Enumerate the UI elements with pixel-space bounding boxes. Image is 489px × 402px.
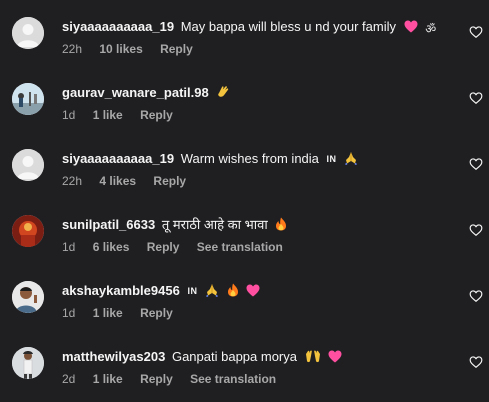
comment-item: matthewilyas203 Ganpati bappa morya 2d 1… <box>0 347 489 402</box>
comment-meta: 1d 1 like Reply <box>62 306 187 320</box>
comment-meta: 2d 1 like Reply See translation <box>62 372 290 386</box>
photo-avatar-icon <box>12 83 44 115</box>
comment-text: Warm wishes from india <box>180 151 319 166</box>
like-heart-icon[interactable] <box>469 289 483 303</box>
clapping-hands-icon <box>216 85 230 104</box>
reply-button[interactable]: Reply <box>140 306 173 320</box>
comment-likes[interactable]: 1 like <box>93 108 123 122</box>
comment-item: siyaaaaaaaaaa_19 Warm wishes from india … <box>0 149 489 215</box>
comment-username[interactable]: matthewilyas203 <box>62 349 165 364</box>
comment-time: 1d <box>62 240 76 254</box>
india-flag-icon: IN <box>187 286 198 296</box>
see-translation-button[interactable]: See translation <box>190 372 276 386</box>
comment-username[interactable]: siyaaaaaaaaaa_19 <box>62 151 174 166</box>
reply-button[interactable]: Reply <box>140 372 173 386</box>
fire-icon <box>275 217 287 236</box>
pink-heart-icon <box>328 350 342 368</box>
like-heart-icon[interactable] <box>469 25 483 39</box>
comment-username[interactable]: akshaykamble9456 <box>62 283 180 298</box>
comment-body: siyaaaaaaaaaa_19 Warm wishes from india … <box>62 150 449 170</box>
like-heart-icon[interactable] <box>469 355 483 369</box>
comment-username[interactable]: gaurav_wanare_patil.98 <box>62 85 209 100</box>
user-avatar[interactable] <box>12 347 44 379</box>
folded-hands-icon <box>205 283 219 302</box>
folded-hands-icon <box>344 151 358 170</box>
comment-text: Ganpati bappa morya <box>171 349 297 364</box>
comment-likes[interactable]: 1 like <box>93 372 123 386</box>
comment-likes[interactable]: 6 likes <box>93 240 130 254</box>
photo-avatar-icon <box>12 215 44 247</box>
like-heart-icon[interactable] <box>469 157 483 171</box>
comment-username[interactable]: siyaaaaaaaaaa_19 <box>62 19 174 34</box>
reply-button[interactable]: Reply <box>160 42 193 56</box>
comment-item: siyaaaaaaaaaa_19 May bappa will bless u … <box>0 17 489 83</box>
comment-meta: 22h 10 likes Reply <box>62 42 207 56</box>
comment-meta: 22h 4 likes Reply <box>62 174 200 188</box>
comment-time: 22h <box>62 174 83 188</box>
comment-item: sunilpatil_6633 तू मराठी आहे का भावा 1d … <box>0 215 489 281</box>
default-avatar[interactable] <box>12 17 44 49</box>
photo-avatar-icon <box>12 281 44 313</box>
default-avatar-icon <box>12 149 44 181</box>
comment-body: akshaykamble9456 IN <box>62 282 449 302</box>
comment-likes[interactable]: 4 likes <box>99 174 136 188</box>
comment-text: May bappa will bless u nd your family <box>180 19 397 34</box>
comment-username[interactable]: sunilpatil_6633 <box>62 217 155 232</box>
comment-item: gaurav_wanare_patil.98 1d 1 like Reply <box>0 83 489 149</box>
comment-item: akshaykamble9456 IN 1d 1 like Reply <box>0 281 489 347</box>
comment-likes[interactable]: 10 likes <box>99 42 142 56</box>
comment-body: gaurav_wanare_patil.98 <box>62 84 449 104</box>
pink-heart-icon <box>404 20 418 38</box>
comment-body: siyaaaaaaaaaa_19 May bappa will bless u … <box>62 18 449 38</box>
india-flag-icon: IN <box>326 154 337 164</box>
reply-button[interactable]: Reply <box>147 240 180 254</box>
user-avatar[interactable] <box>12 281 44 313</box>
comment-text: तू मराठी आहे का भावा <box>161 217 268 232</box>
photo-avatar-icon <box>12 347 44 379</box>
see-translation-button[interactable]: See translation <box>197 240 283 254</box>
comment-body: matthewilyas203 Ganpati bappa morya <box>62 348 449 368</box>
reply-button[interactable]: Reply <box>140 108 173 122</box>
user-avatar[interactable] <box>12 215 44 247</box>
fire-icon <box>227 283 239 302</box>
comment-time: 2d <box>62 372 76 386</box>
comment-time: 1d <box>62 108 76 122</box>
comment-time: 1d <box>62 306 76 320</box>
comment-meta: 1d 6 likes Reply See translation <box>62 240 297 254</box>
reply-button[interactable]: Reply <box>153 174 186 188</box>
pink-heart-icon <box>246 284 260 302</box>
comment-body: sunilpatil_6633 तू मराठी आहे का भावा <box>62 216 449 236</box>
like-heart-icon[interactable] <box>469 91 483 105</box>
comments-list: siyaaaaaaaaaa_19 May bappa will bless u … <box>0 0 489 402</box>
like-heart-icon[interactable] <box>469 223 483 237</box>
raised-hands-icon <box>305 350 321 368</box>
comment-likes[interactable]: 1 like <box>93 306 123 320</box>
default-avatar[interactable] <box>12 149 44 181</box>
om-icon: ॐ <box>425 22 437 36</box>
comment-meta: 1d 1 like Reply <box>62 108 187 122</box>
default-avatar-icon <box>12 17 44 49</box>
comment-time: 22h <box>62 42 83 56</box>
user-avatar[interactable] <box>12 83 44 115</box>
